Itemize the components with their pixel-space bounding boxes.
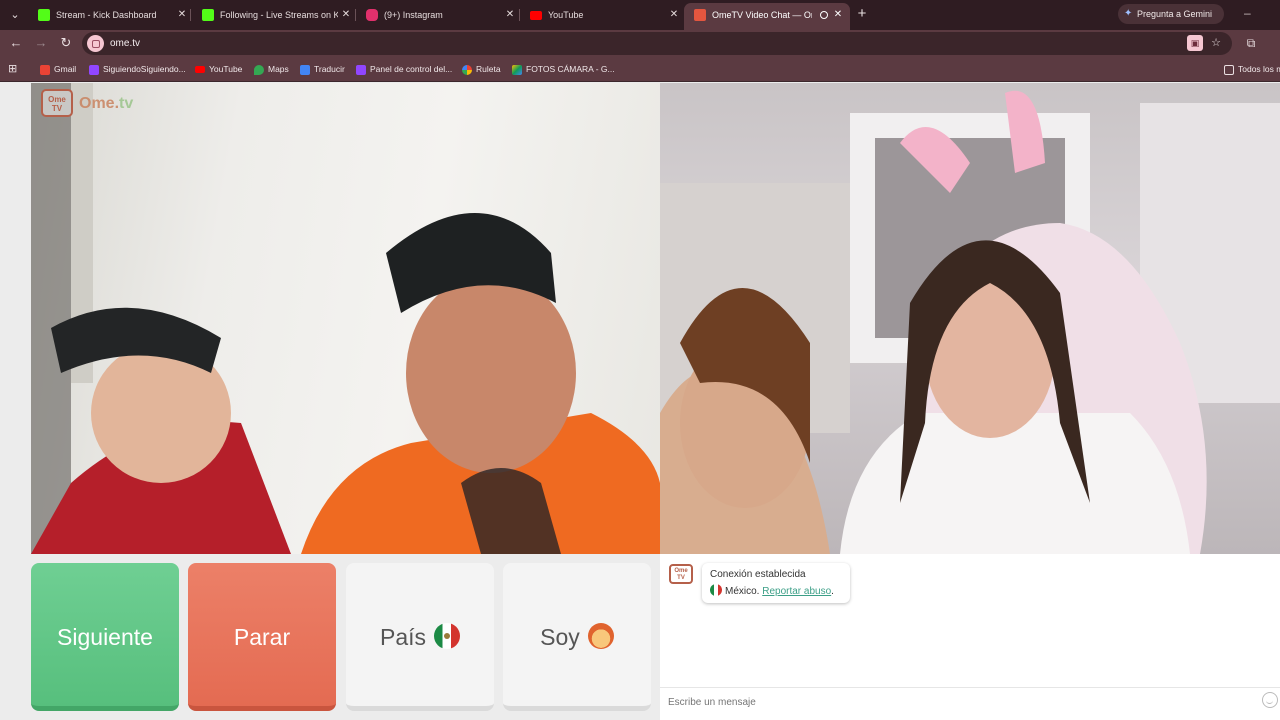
- folder-icon: [1224, 65, 1234, 75]
- drive-icon: [512, 65, 522, 75]
- tab-instagram[interactable]: (9+) Instagram ✕: [356, 3, 522, 27]
- mexico-flag-icon: [710, 584, 722, 596]
- tab-title: OmeTV Video Chat — Omegle: [712, 10, 812, 20]
- bookmark-maps[interactable]: Maps: [254, 62, 289, 77]
- partner-video-scene: [660, 90, 1280, 554]
- gemini-label: Pregunta a Gemini: [1137, 9, 1213, 19]
- url-text[interactable]: ome.tv: [110, 32, 140, 55]
- gemini-icon: ✦: [1124, 8, 1133, 19]
- ometv-logo-icon: Ome TV: [41, 89, 73, 117]
- new-tab-button[interactable]: +: [852, 3, 872, 25]
- local-camera-scene: [31, 83, 660, 554]
- stop-button[interactable]: Parar: [188, 563, 336, 711]
- translate-icon: [300, 65, 310, 75]
- back-icon[interactable]: ←: [6, 33, 26, 53]
- ask-gemini-button[interactable]: ✦ Pregunta a Gemini: [1118, 4, 1224, 24]
- chat-panel: Ome TV Conexión establecida México. Repo…: [660, 554, 1280, 720]
- twitch-icon: [356, 65, 366, 75]
- mexico-flag-icon: [434, 623, 461, 649]
- close-tab-icon[interactable]: ✕: [176, 3, 188, 27]
- minimize-icon[interactable]: –: [1244, 6, 1256, 20]
- partner-country-text: México.: [725, 586, 760, 597]
- country-label: País: [379, 624, 427, 650]
- ometv-page: Ome TV Ome.tv Siguiente Parar País Soy O…: [0, 83, 1280, 720]
- tab-title: Stream - Kick Dashboard: [56, 10, 157, 20]
- gender-selector-button[interactable]: Soy: [503, 563, 651, 711]
- recording-icon: [820, 11, 828, 19]
- youtube-icon: [530, 11, 542, 20]
- close-tab-icon[interactable]: ✕: [832, 3, 844, 27]
- country-selector-button[interactable]: País: [346, 563, 494, 711]
- ometv-icon: [694, 9, 706, 21]
- instagram-icon: [366, 9, 378, 21]
- tab-title: YouTube: [548, 10, 584, 20]
- ometv-logo-icon: Ome TV: [669, 564, 693, 584]
- system-message: Conexión establecida México. Reportar ab…: [702, 563, 850, 603]
- all-bookmarks-folder[interactable]: Todos los m: [1224, 62, 1280, 77]
- address-bar[interactable]: ome.tv ▣ ☆: [82, 32, 1232, 55]
- bookmark-traducir[interactable]: Traducir: [300, 62, 345, 77]
- emoji-picker-icon[interactable]: [1262, 692, 1278, 708]
- bookmark-panel-control[interactable]: Panel de control del...: [356, 62, 452, 77]
- tab-ometv-active[interactable]: OmeTV Video Chat — Omegle ✕: [684, 3, 850, 30]
- bookmark-ruleta[interactable]: Ruleta: [462, 62, 501, 77]
- kick-icon: [38, 9, 50, 21]
- extensions-icon[interactable]: ⧉: [1243, 35, 1259, 51]
- bookmark-gmail[interactable]: Gmail: [40, 62, 76, 77]
- apps-grid-icon[interactable]: ⊞: [8, 63, 20, 75]
- close-tab-icon[interactable]: ✕: [668, 3, 680, 27]
- connection-status-text: Conexión establecida: [710, 569, 806, 580]
- bookmark-fotos-camara[interactable]: FOTOS CÁMARA - G...: [512, 62, 615, 77]
- site-info-icon[interactable]: [87, 35, 104, 52]
- youtube-icon: [195, 66, 205, 73]
- tab-search-chevron-icon[interactable]: ⌄: [6, 6, 24, 24]
- next-button[interactable]: Siguiente: [31, 563, 179, 711]
- gender-label: Soy: [540, 624, 580, 650]
- tab-kick-dashboard[interactable]: Stream - Kick Dashboard ✕: [28, 3, 194, 27]
- close-tab-icon[interactable]: ✕: [340, 3, 352, 27]
- bookmarks-bar: Gmail SiguiendoSiguiendo... YouTube Maps…: [0, 57, 1280, 82]
- tab-bar: ⌄ Stream - Kick Dashboard ✕ Following - …: [0, 0, 1280, 30]
- ometv-logo-text: Ome.tv: [79, 95, 134, 112]
- bookmark-star-icon[interactable]: ☆: [1208, 35, 1224, 51]
- twitch-icon: [89, 65, 99, 75]
- roulette-icon: [462, 65, 472, 75]
- report-abuse-link[interactable]: Reportar abuso: [762, 586, 831, 597]
- maps-icon: [254, 65, 264, 75]
- local-camera-video: Ome TV Ome.tv: [31, 83, 660, 554]
- browser-toolbar: ← → ↻ ome.tv ▣ ☆: [0, 30, 1280, 57]
- tab-title: Following - Live Streams on Kick: [220, 10, 338, 20]
- reload-icon[interactable]: ↻: [56, 33, 76, 53]
- message-input[interactable]: [668, 692, 1248, 712]
- bookmark-siguiendo[interactable]: SiguiendoSiguiendo...: [89, 62, 186, 77]
- tab-kick-following[interactable]: Following - Live Streams on Kick ✕: [192, 3, 358, 27]
- partner-video: [660, 83, 1280, 554]
- kick-icon: [202, 9, 214, 21]
- woman-emoji-icon: [587, 623, 614, 649]
- close-tab-icon[interactable]: ✕: [504, 3, 516, 27]
- tab-title: (9+) Instagram: [384, 10, 443, 20]
- gmail-icon: [40, 65, 50, 75]
- message-bar: [660, 687, 1280, 715]
- tab-youtube[interactable]: YouTube ✕: [520, 3, 686, 27]
- forward-icon[interactable]: →: [31, 33, 51, 53]
- bookmark-youtube[interactable]: YouTube: [195, 62, 242, 77]
- screen-share-icon[interactable]: ▣: [1187, 35, 1203, 51]
